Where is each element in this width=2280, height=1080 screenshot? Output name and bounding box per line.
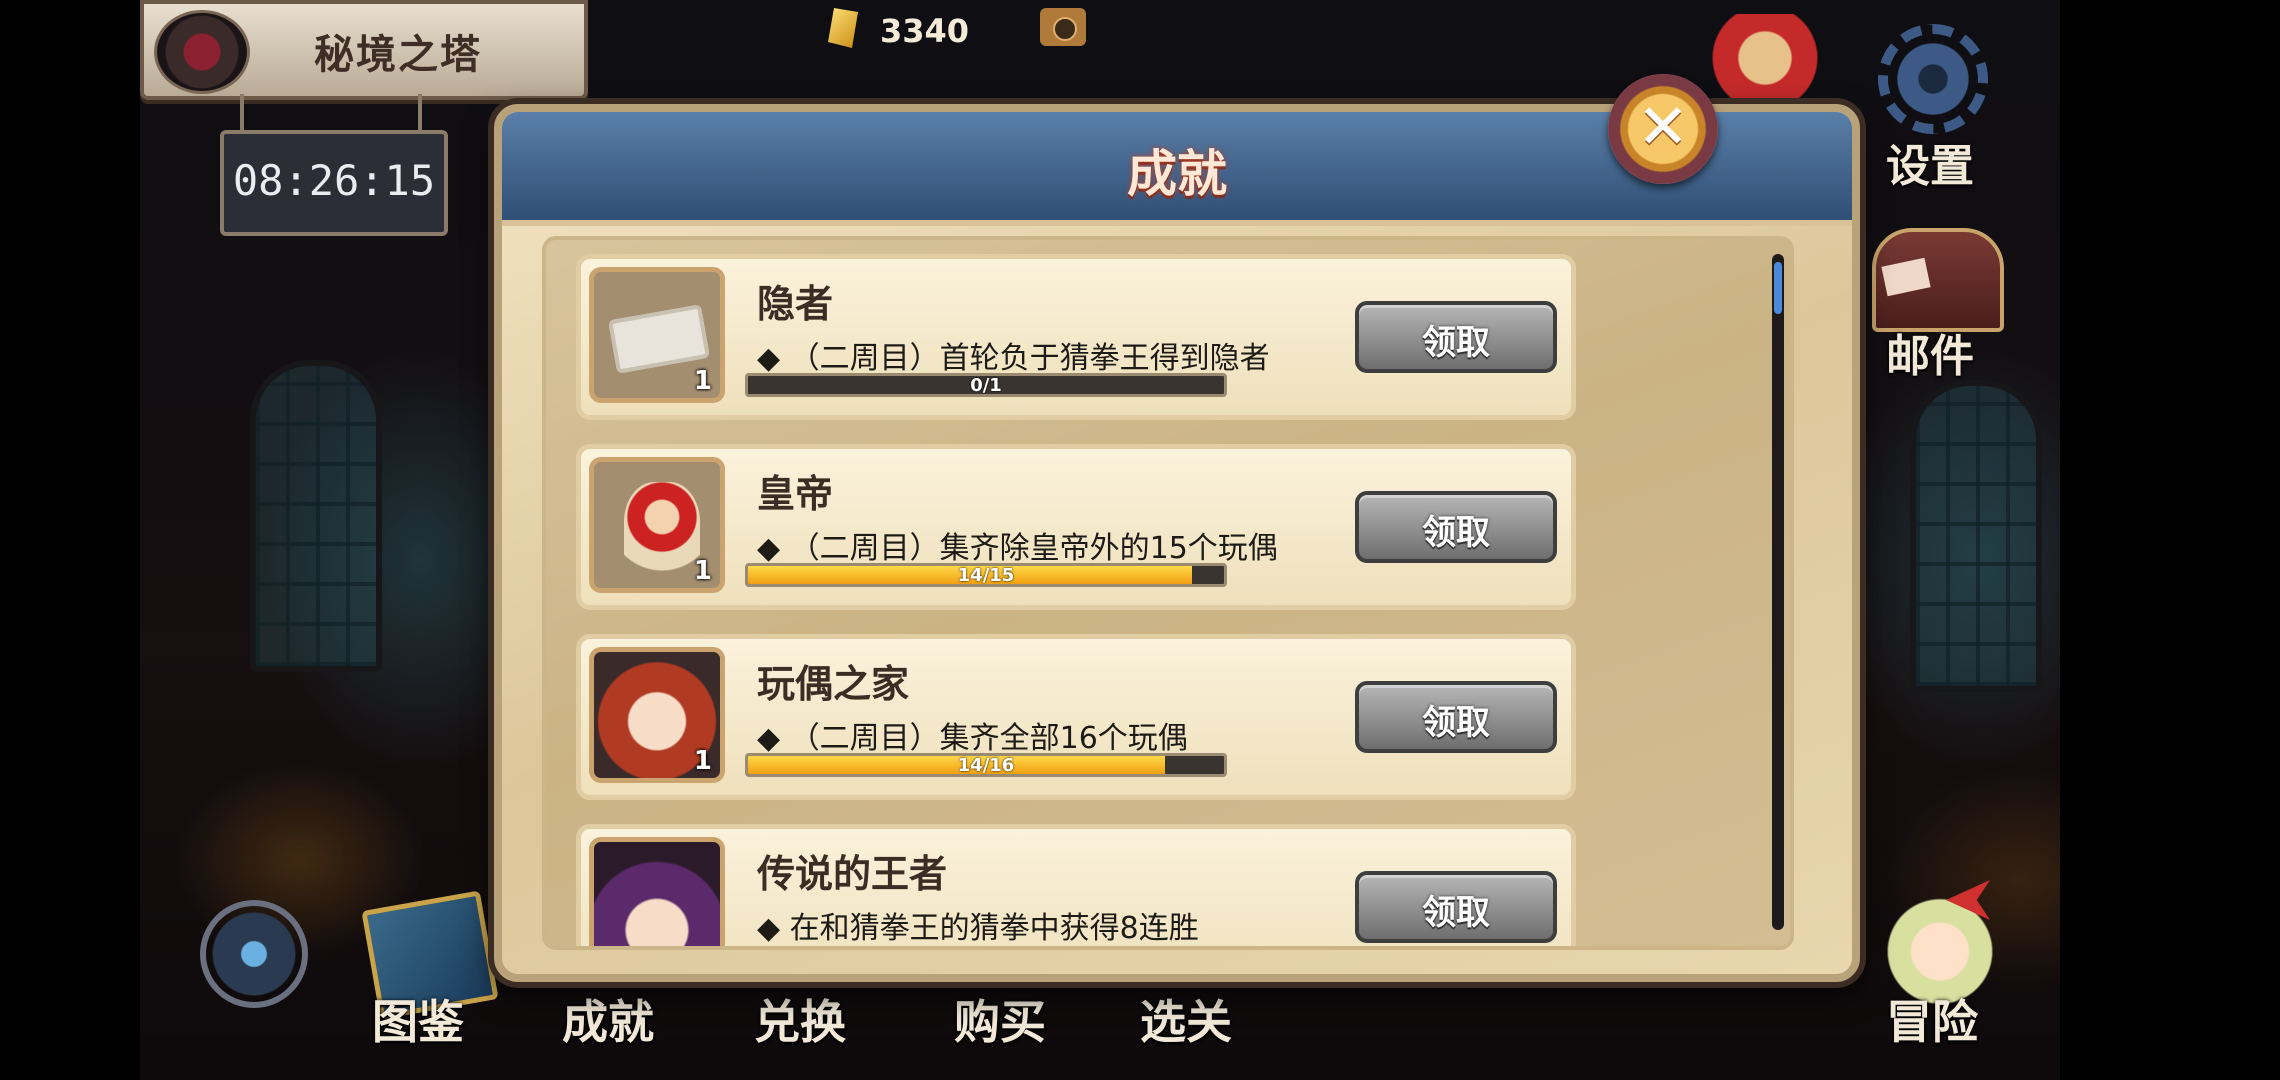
compass-icon[interactable] <box>200 900 308 1008</box>
bottom-item-encyclopedia[interactable]: 图鉴 <box>372 986 464 1052</box>
bottom-item-purchase[interactable]: 购买 <box>954 986 1046 1052</box>
location-title: 秘境之塔 <box>314 32 482 78</box>
progress-bar: 14/16 <box>745 753 1227 777</box>
reward-count: 1 <box>693 556 712 586</box>
scrollbar-thumb[interactable] <box>1774 262 1782 314</box>
gear-icon[interactable] <box>1878 24 1988 134</box>
achievement-name: 传说的王者 <box>757 852 948 896</box>
achievement-card: 1 皇帝 ◆ （二周目）集齐除皇帝外的15个玩偶 14/15 领取 <box>576 444 1576 610</box>
progress-text: 14/15 <box>957 565 1015 586</box>
scrollbar-track[interactable] <box>1772 254 1784 930</box>
timer-board: 08:26:15 <box>220 130 448 236</box>
achievement-description: ◆ （二周目）集齐除皇帝外的15个玩偶 <box>757 531 1278 566</box>
progress-text: 0/1 <box>970 375 1002 396</box>
purple-hair-girl-icon <box>589 837 725 946</box>
chain-left <box>240 94 244 134</box>
progress-text: 14/16 <box>957 755 1015 776</box>
ticket-icon: 1 <box>589 267 725 403</box>
camera-icon[interactable] <box>1040 8 1086 46</box>
close-icon: ✕ <box>1637 90 1689 163</box>
doll-girl-icon: 1 <box>589 647 725 783</box>
achievement-description: ◆ （二周目）首轮负于猜拳王得到隐者 <box>757 341 1270 376</box>
claim-button[interactable]: 领取 <box>1355 491 1557 563</box>
bottom-item-stage-select[interactable]: 选关 <box>1140 986 1232 1052</box>
achievement-name: 隐者 <box>757 282 834 326</box>
claim-button-label: 领取 <box>1422 323 1490 363</box>
bottom-item-achievements[interactable]: 成就 <box>562 986 654 1052</box>
achievement-description: ◆ （二周目）集齐全部16个玩偶 <box>757 721 1188 756</box>
progress-bar: 14/15 <box>745 563 1227 587</box>
gem-count: 3340 <box>880 12 970 50</box>
achievement-card: 1 隐者 ◆ （二周目）首轮负于猜拳王得到隐者 0/1 领取 <box>576 254 1576 420</box>
claim-button-label: 领取 <box>1422 703 1490 743</box>
emperor-art <box>624 482 700 582</box>
timer-text: 08:26:15 <box>232 156 436 205</box>
chain-right <box>418 94 422 134</box>
achievement-list[interactable]: 1 隐者 ◆ （二周目）首轮负于猜拳王得到隐者 0/1 领取 1 皇帝 ◆ （二… <box>542 236 1794 950</box>
achievement-card: 1 玩偶之家 ◆ （二周目）集齐全部16个玩偶 14/16 领取 <box>576 634 1576 800</box>
location-plate: 秘境之塔 <box>140 0 588 100</box>
game-screen: 秘境之塔 08:26:15 3340 女王 设置 邮件 图鉴 成就 兑换 购买 … <box>140 0 2060 1080</box>
close-button[interactable]: ✕ <box>1608 74 1718 184</box>
claim-button[interactable]: 领取 <box>1355 871 1557 943</box>
achievement-name: 玩偶之家 <box>757 662 910 706</box>
claim-button-label: 领取 <box>1422 513 1490 553</box>
achievement-description: ◆ 在和猜拳王的猜拳中获得8连胜 <box>757 911 1199 946</box>
claim-button-label: 领取 <box>1422 893 1490 933</box>
achievements-modal: 成就 1 隐者 ◆ （二周目）首轮负于猜拳王得到隐者 0/1 领取 1 皇帝 ◆… <box>494 104 1860 982</box>
reward-count: 1 <box>693 746 712 776</box>
mailbox-icon[interactable] <box>1872 228 2004 332</box>
emperor-doll-icon: 1 <box>589 457 725 593</box>
claim-button[interactable]: 领取 <box>1355 301 1557 373</box>
settings-label[interactable]: 设置 <box>1886 130 1974 194</box>
heart-emblem-icon <box>154 10 250 94</box>
bottom-item-adventure[interactable]: 冒险 <box>1886 986 1978 1052</box>
achievement-name: 皇帝 <box>757 472 834 516</box>
progress-bar: 0/1 <box>745 373 1227 397</box>
reward-count: 1 <box>693 366 712 396</box>
claim-button[interactable]: 领取 <box>1355 681 1557 753</box>
ticket-art <box>608 304 710 374</box>
mail-label[interactable]: 邮件 <box>1886 320 1974 384</box>
legend-art <box>594 842 720 946</box>
bottom-item-exchange[interactable]: 兑换 <box>754 986 846 1052</box>
achievement-card: 传说的王者 ◆ 在和猜拳王的猜拳中获得8连胜 领取 <box>576 824 1576 946</box>
